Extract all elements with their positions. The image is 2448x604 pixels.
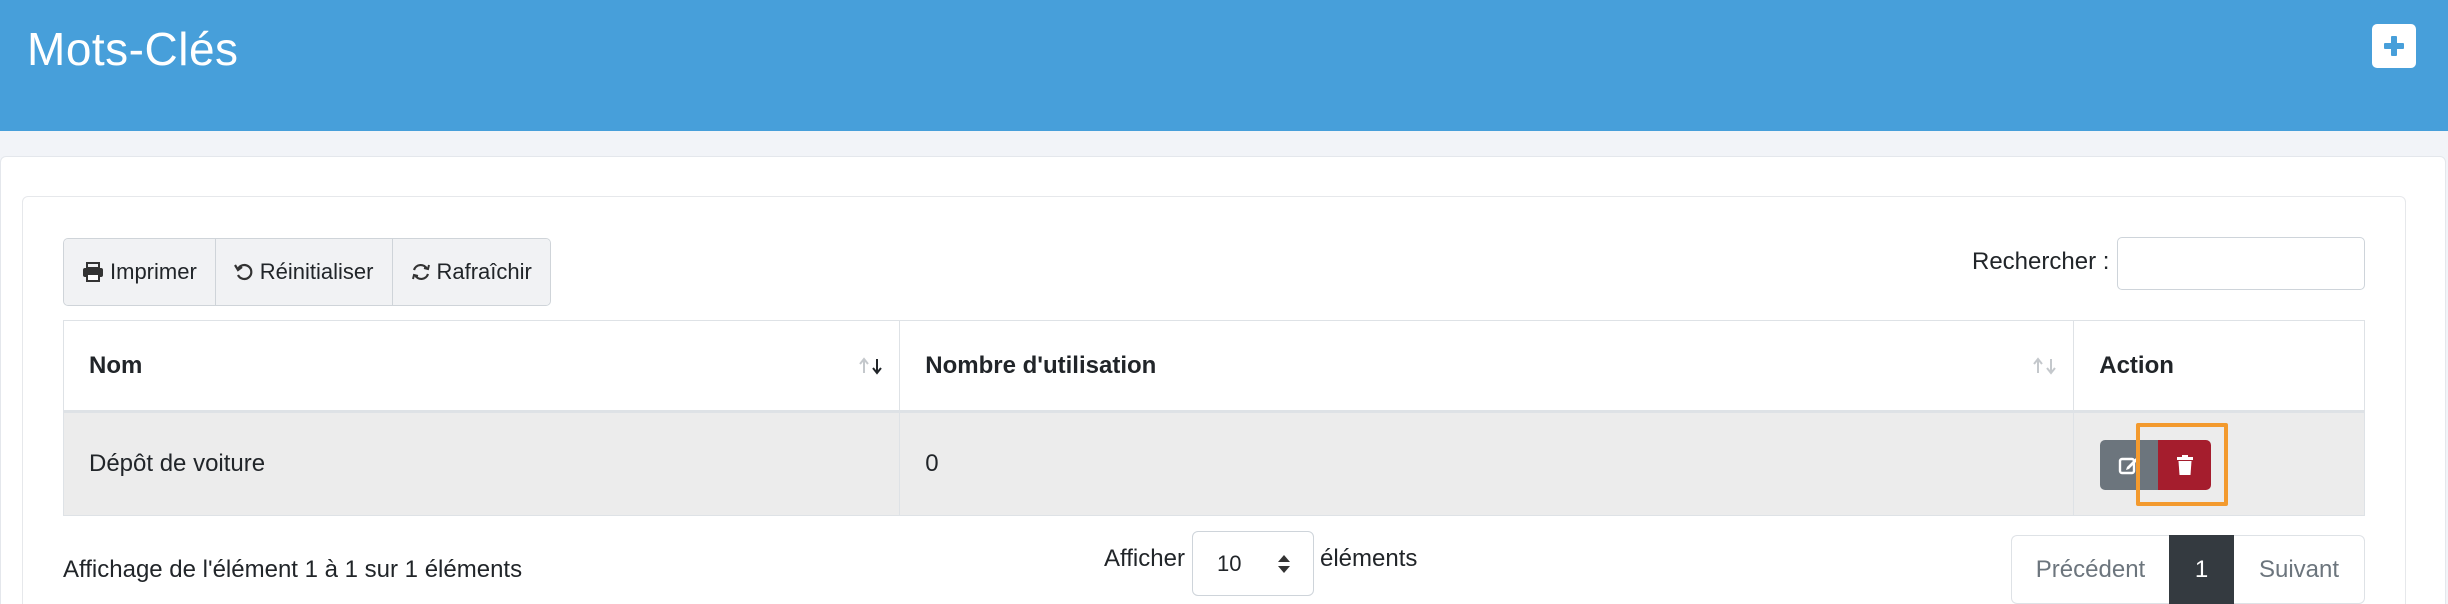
length-label: Afficher — [1104, 545, 1185, 572]
table-info: Affichage de l'élément 1 à 1 sur 1 éléme… — [63, 556, 523, 583]
cell-nom: Dépôt de voiture — [64, 413, 901, 515]
column-header-label: Nom — [89, 351, 143, 379]
pagination: Précédent 1 Suivant — [2011, 535, 2365, 604]
refresh-label: Rafraîchir — [436, 259, 532, 284]
sort-icon — [857, 357, 885, 375]
plus-icon — [2384, 36, 2404, 56]
column-header-nombre[interactable]: Nombre d'utilisation — [900, 321, 2075, 410]
table-row: Dépôt de voiture 0 — [64, 413, 2364, 515]
pagination-page-1[interactable]: 1 — [2169, 535, 2234, 604]
search-label: Rechercher : — [1972, 248, 2110, 275]
pagination-next[interactable]: Suivant — [2234, 535, 2365, 604]
sort-select-icon — [1278, 555, 1290, 573]
cell-nombre: 0 — [900, 413, 2075, 515]
keywords-table: Nom Nombre d'utilisation Action Dépôt de… — [63, 320, 2365, 516]
refresh-button[interactable]: Rafraîchir — [392, 239, 550, 305]
focus-highlight — [2136, 423, 2228, 506]
column-header-action: Action — [2074, 321, 2364, 410]
undo-icon — [233, 263, 253, 281]
page-length-select[interactable]: 10 — [1192, 531, 1314, 596]
print-button[interactable]: Imprimer — [64, 239, 216, 305]
length-suffix: éléments — [1320, 545, 1418, 572]
add-keyword-button[interactable] — [2372, 24, 2416, 68]
page-title: Mots-Clés — [27, 23, 239, 75]
column-header-label: Action — [2099, 351, 2174, 379]
print-icon — [83, 262, 103, 282]
print-label: Imprimer — [110, 259, 197, 284]
reset-button[interactable]: Réinitialiser — [215, 239, 393, 305]
refresh-icon — [411, 263, 430, 281]
reset-label: Réinitialiser — [259, 259, 374, 284]
sort-icon — [2031, 357, 2059, 375]
table-header: Nom Nombre d'utilisation Action — [64, 321, 2364, 413]
column-header-nom[interactable]: Nom — [64, 321, 901, 410]
page-length-value: 10 — [1217, 550, 1242, 576]
column-header-label: Nombre d'utilisation — [925, 351, 1157, 379]
toolbar-button-group: Imprimer Réinitialiser Rafraîchir — [63, 238, 551, 306]
page-header: Mots-Clés — [0, 0, 2448, 131]
pagination-previous[interactable]: Précédent — [2011, 535, 2169, 604]
search-input[interactable] — [2117, 237, 2365, 290]
